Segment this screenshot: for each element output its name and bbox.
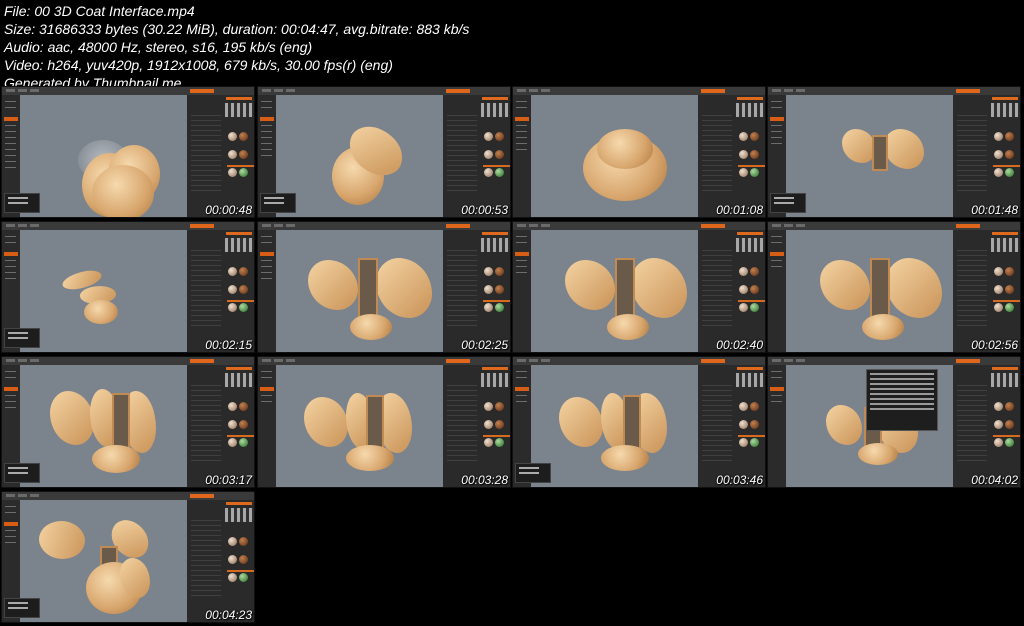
- right-panel: [698, 365, 765, 487]
- timestamp: 00:00:48: [205, 203, 252, 217]
- file-size-line: Size: 31686333 bytes (30.22 MiB), durati…: [4, 21, 470, 37]
- timestamp: 00:01:48: [971, 203, 1018, 217]
- 3d-viewport[interactable]: [20, 365, 187, 487]
- thumbnail[interactable]: 00:03:17: [1, 356, 255, 488]
- right-panel: [187, 500, 254, 622]
- left-tool-panel: [513, 230, 532, 352]
- thumbnail[interactable]: 00:02:25: [257, 221, 511, 353]
- right-panel: [953, 230, 1020, 352]
- right-panel: [443, 95, 510, 217]
- 3d-viewport[interactable]: [531, 365, 698, 487]
- thumbnail[interactable]: 00:00:48: [1, 86, 255, 218]
- hint-box: [4, 598, 40, 618]
- file-name-line: File: 00 3D Coat Interface.mp4: [4, 3, 195, 19]
- 3d-viewport[interactable]: [20, 95, 187, 217]
- thumbnail[interactable]: 00:04:23: [1, 491, 255, 623]
- hint-box: [260, 193, 296, 213]
- hint-box: [4, 328, 40, 348]
- thumbnail[interactable]: 00:00:53: [257, 86, 511, 218]
- right-panel: [698, 230, 765, 352]
- thumbnail[interactable]: 00:01:48: [767, 86, 1021, 218]
- thumbnail[interactable]: 00:01:08: [512, 86, 766, 218]
- left-tool-panel: [768, 365, 787, 487]
- timestamp: 00:03:28: [461, 473, 508, 487]
- 3d-viewport[interactable]: [786, 230, 953, 352]
- right-panel: [443, 365, 510, 487]
- left-tool-panel: [258, 365, 277, 487]
- timestamp: 00:04:02: [971, 473, 1018, 487]
- left-tool-panel: [258, 230, 277, 352]
- timestamp: 00:04:23: [205, 608, 252, 622]
- audio-info-line: Audio: aac, 48000 Hz, stereo, s16, 195 k…: [4, 39, 313, 55]
- 3d-viewport[interactable]: [276, 365, 443, 487]
- 3d-viewport[interactable]: [276, 95, 443, 217]
- hint-box: [770, 193, 806, 213]
- left-tool-panel: [768, 230, 787, 352]
- thumbnail[interactable]: 00:02:15: [1, 221, 255, 353]
- hint-box: [515, 463, 551, 483]
- timestamp: 00:02:15: [205, 338, 252, 352]
- 3d-viewport[interactable]: [531, 230, 698, 352]
- thumbnail[interactable]: 00:04:02: [767, 356, 1021, 488]
- right-panel: [698, 95, 765, 217]
- timestamp: 00:02:56: [971, 338, 1018, 352]
- timestamp: 00:01:08: [716, 203, 763, 217]
- timestamp: 00:02:40: [716, 338, 763, 352]
- 3d-viewport[interactable]: [276, 230, 443, 352]
- thumbnail[interactable]: 00:03:46: [512, 356, 766, 488]
- timestamp: 00:03:46: [716, 473, 763, 487]
- 3d-viewport[interactable]: [786, 95, 953, 217]
- right-panel: [187, 365, 254, 487]
- 3d-viewport[interactable]: [20, 230, 187, 352]
- right-panel: [443, 230, 510, 352]
- hint-box: [4, 193, 40, 213]
- thumbnail[interactable]: 00:03:28: [257, 356, 511, 488]
- right-panel: [953, 95, 1020, 217]
- video-info-line: Video: h264, yuv420p, 1912x1008, 679 kb/…: [4, 57, 393, 73]
- 3d-viewport[interactable]: [20, 500, 187, 622]
- timestamp: 00:00:53: [461, 203, 508, 217]
- file-info-header: File: 00 3D Coat Interface.mp4 Size: 316…: [4, 2, 469, 92]
- timestamp: 00:02:25: [461, 338, 508, 352]
- right-panel: [187, 230, 254, 352]
- left-tool-panel: [513, 95, 532, 217]
- thumbnail[interactable]: 00:02:40: [512, 221, 766, 353]
- right-panel: [187, 95, 254, 217]
- context-menu[interactable]: [866, 369, 938, 431]
- hint-box: [4, 463, 40, 483]
- thumbnail[interactable]: 00:02:56: [767, 221, 1021, 353]
- timestamp: 00:03:17: [205, 473, 252, 487]
- 3d-viewport[interactable]: [531, 95, 698, 217]
- right-panel: [953, 365, 1020, 487]
